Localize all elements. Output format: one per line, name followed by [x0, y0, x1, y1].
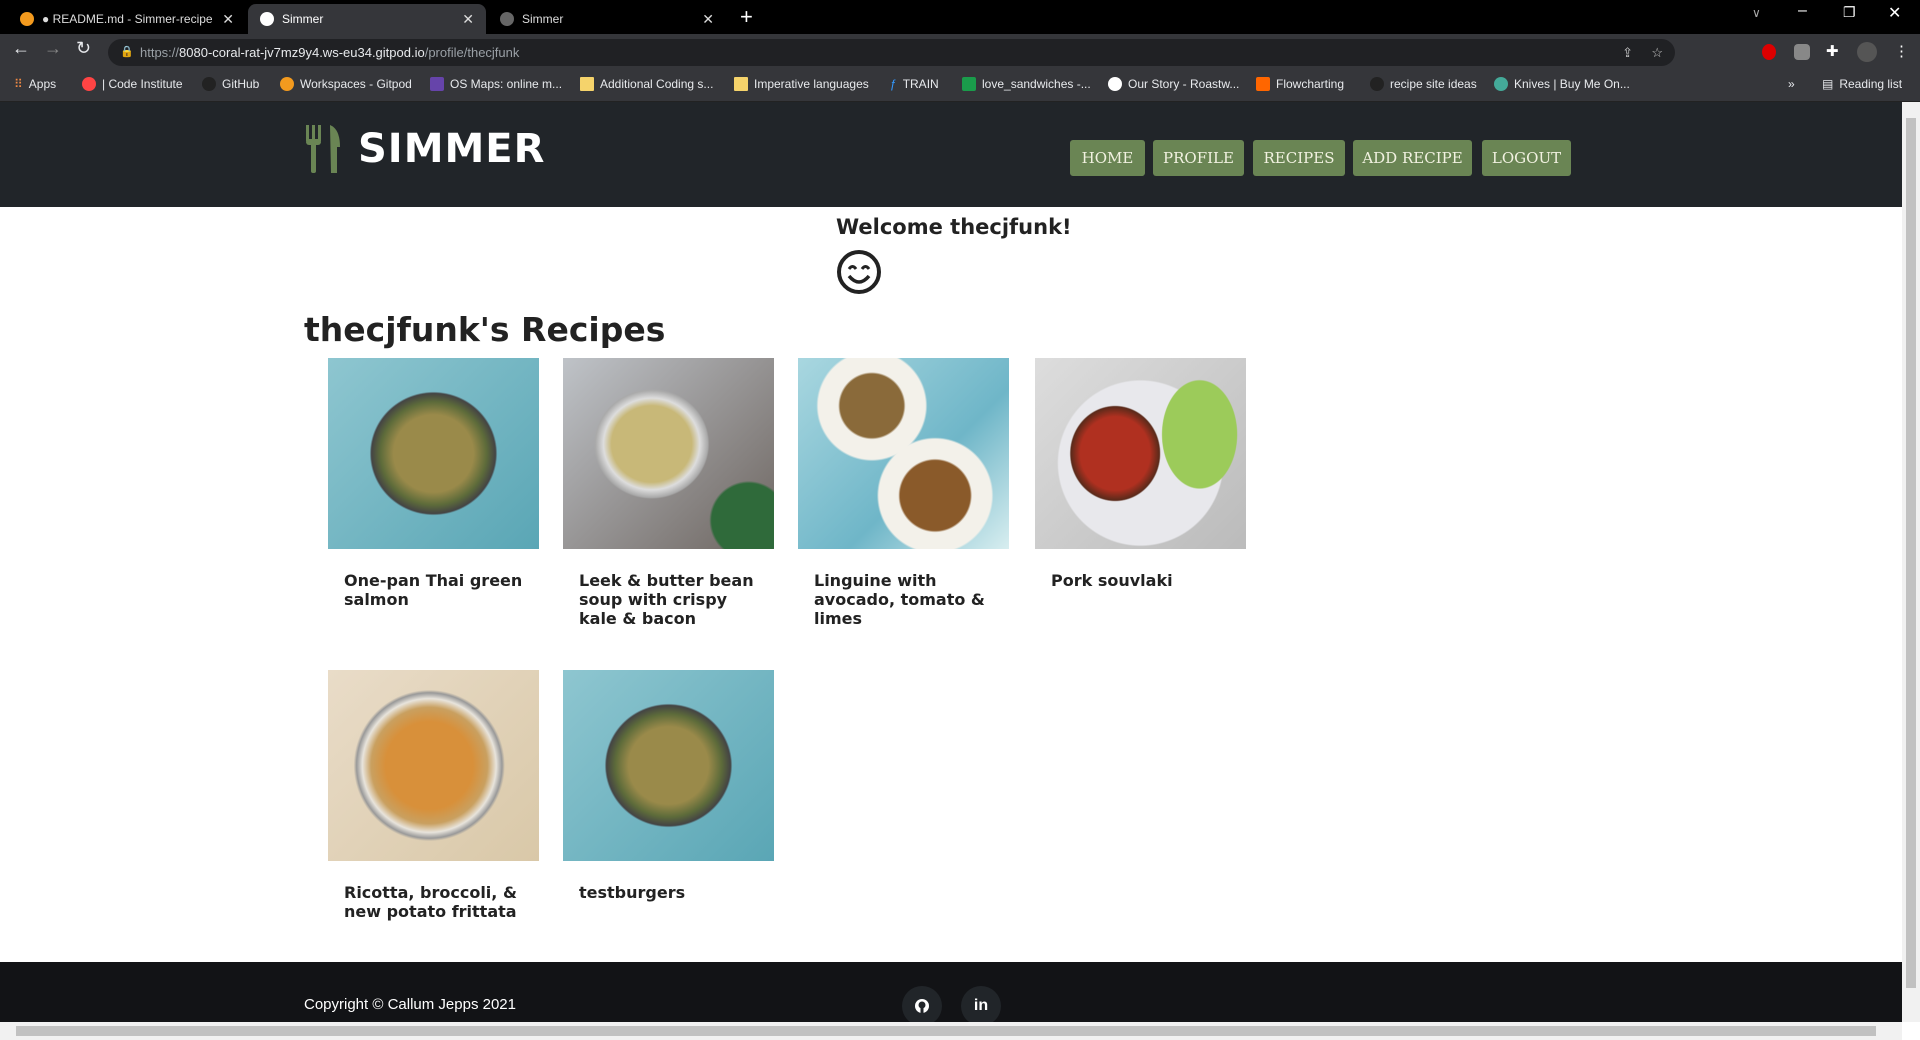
- smiley-icon: [837, 250, 881, 294]
- lock-icon: 🔒: [120, 46, 134, 58]
- bookmark-gitpod[interactable]: Workspaces - Gitpod: [280, 77, 412, 91]
- tab-search-icon[interactable]: ∨: [1752, 6, 1761, 20]
- nav-add-recipe-button[interactable]: ADD RECIPE: [1353, 140, 1472, 176]
- tab-simmer[interactable]: Simmer ✕: [488, 4, 726, 34]
- recipe-card[interactable]: Pork souvlaki: [1035, 358, 1246, 590]
- bookmark-folder[interactable]: Imperative languages: [734, 77, 869, 91]
- bookmark-flowcharting[interactable]: Flowcharting: [1256, 77, 1344, 91]
- nav-logout-button[interactable]: LOGOUT: [1482, 140, 1571, 176]
- profile-avatar[interactable]: [1857, 42, 1877, 62]
- restore-icon[interactable]: ❐: [1843, 4, 1856, 21]
- vertical-scroll-thumb[interactable]: [1906, 118, 1916, 988]
- skype-extension-icon[interactable]: [1794, 44, 1810, 60]
- forward-icon[interactable]: →: [44, 38, 62, 59]
- bookmark-recipe-ideas[interactable]: recipe site ideas: [1370, 77, 1477, 91]
- recipe-image[interactable]: [328, 358, 539, 549]
- bookmark-roastworks[interactable]: Our Story - Roastw...: [1108, 77, 1239, 91]
- bookmark-knives[interactable]: Knives | Buy Me On...: [1494, 77, 1630, 91]
- nav-profile-button[interactable]: PROFILE: [1153, 140, 1244, 176]
- close-window-icon[interactable]: ✕: [1888, 3, 1901, 23]
- reading-list-icon: ▤: [1822, 77, 1834, 91]
- bookmark-os-maps[interactable]: OS Maps: online m...: [430, 77, 562, 91]
- bookmarks-bar: ⠿ Apps | Code Institute GitHub Workspaces…: [0, 70, 1920, 102]
- copyright: Copyright © Callum Jepps 2021: [304, 996, 516, 1013]
- new-tab-button[interactable]: +: [740, 4, 753, 30]
- recipe-title[interactable]: Linguine with avocado, tomato & limes: [814, 571, 993, 628]
- recipe-image[interactable]: [563, 670, 774, 861]
- nav-home-button[interactable]: HOME: [1070, 140, 1145, 176]
- bookmark-code-institute[interactable]: | Code Institute: [82, 77, 183, 91]
- welcome-message: Welcome thecjfunk!: [836, 215, 1072, 239]
- utensils-icon: [306, 125, 340, 173]
- site-logo[interactable]: SIMMER: [304, 125, 545, 173]
- recipe-image[interactable]: [798, 358, 1009, 549]
- github-link[interactable]: [902, 986, 942, 1026]
- recipe-image[interactable]: [563, 358, 774, 549]
- address-bar[interactable]: 🔒 https://8080-coral-rat-jv7mz9y4.ws-eu3…: [108, 39, 1675, 66]
- bookmark-github[interactable]: GitHub: [202, 77, 259, 91]
- reading-list[interactable]: ▤ Reading list: [1822, 77, 1902, 91]
- globe-icon: [260, 12, 274, 26]
- close-tab-icon[interactable]: ✕: [222, 11, 234, 28]
- recipes-heading: thecjfunk's Recipes: [304, 310, 666, 349]
- linkedin-link[interactable]: in: [961, 986, 1001, 1026]
- tab-readme[interactable]: ● README.md - Simmer-recipe-s ✕: [8, 4, 246, 34]
- site-navbar: [0, 102, 1902, 207]
- extension-icon[interactable]: [1762, 44, 1776, 60]
- tab-simmer-active[interactable]: Simmer ✕: [248, 4, 486, 34]
- recipe-image[interactable]: [1035, 358, 1246, 549]
- recipe-card[interactable]: One-pan Thai green salmon: [328, 358, 539, 609]
- url-path: /profile/thecjfunk: [424, 45, 520, 60]
- recipe-card[interactable]: Linguine with avocado, tomato & limes: [798, 358, 1009, 628]
- share-icon[interactable]: ⇪: [1622, 39, 1633, 66]
- tab-title: Simmer: [282, 12, 324, 26]
- url-scheme: https://: [140, 45, 180, 60]
- apps-grid-icon: ⠿: [14, 77, 23, 91]
- recipe-card[interactable]: Leek & butter bean soup with crispy kale…: [563, 358, 774, 628]
- close-tab-icon[interactable]: ✕: [462, 11, 474, 28]
- gitpod-icon: [20, 12, 34, 26]
- recipe-title[interactable]: Pork souvlaki: [1051, 571, 1230, 590]
- url-host: 8080-coral-rat-jv7mz9y4.ws-eu34.gitpod.i…: [179, 45, 425, 60]
- recipe-card[interactable]: Ricotta, broccoli, & new potato frittata: [328, 670, 539, 921]
- puzzle-extensions-icon[interactable]: ✚: [1826, 42, 1839, 60]
- bookmark-sheets[interactable]: love_sandwiches -...: [962, 77, 1091, 91]
- recipe-title[interactable]: testburgers: [579, 883, 758, 902]
- bookmark-train[interactable]: ƒ TRAIN: [890, 77, 939, 91]
- reload-icon[interactable]: ↻: [76, 38, 91, 59]
- recipe-image[interactable]: [328, 670, 539, 861]
- tab-title: ● README.md - Simmer-recipe-s: [42, 12, 212, 26]
- tab-title: Simmer: [522, 12, 564, 26]
- close-tab-icon[interactable]: ✕: [702, 11, 714, 28]
- bookmark-apps[interactable]: ⠿ Apps: [14, 77, 56, 91]
- back-icon[interactable]: ←: [12, 38, 30, 59]
- logo-text: SIMMER: [358, 126, 546, 172]
- bookmark-folder[interactable]: Additional Coding s...: [580, 77, 713, 91]
- tab-bar: ● README.md - Simmer-recipe-s ✕ Simmer ✕ S…: [0, 0, 1920, 34]
- bookmark-star-icon[interactable]: ☆: [1651, 39, 1663, 66]
- nav-recipes-button[interactable]: RECIPES: [1253, 140, 1345, 176]
- github-icon: [915, 999, 929, 1013]
- loading-icon: [500, 12, 514, 26]
- recipe-title[interactable]: One-pan Thai green salmon: [344, 571, 523, 609]
- recipe-title[interactable]: Leek & butter bean soup with crispy kale…: [579, 571, 758, 628]
- site-footer: [0, 962, 1902, 1022]
- menu-icon[interactable]: ⋮: [1894, 42, 1909, 60]
- horizontal-scroll-thumb[interactable]: [16, 1026, 1876, 1036]
- recipe-card[interactable]: testburgers: [563, 670, 774, 902]
- minimize-icon[interactable]: –: [1798, 2, 1807, 20]
- recipe-title[interactable]: Ricotta, broccoli, & new potato frittata: [344, 883, 523, 921]
- bookmarks-overflow[interactable]: »: [1788, 77, 1795, 91]
